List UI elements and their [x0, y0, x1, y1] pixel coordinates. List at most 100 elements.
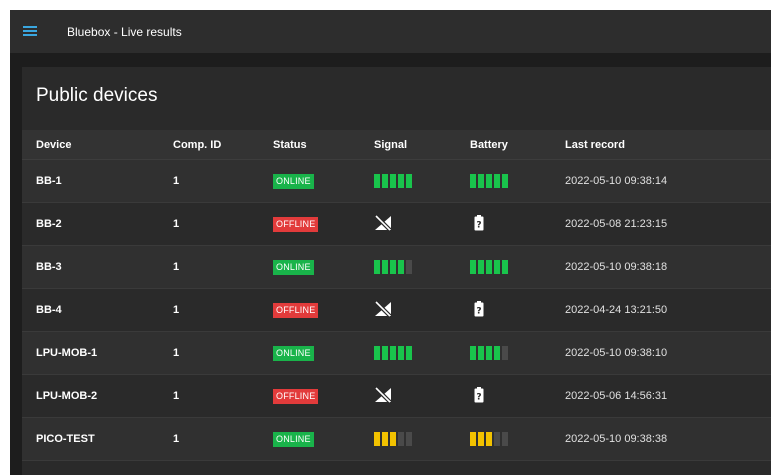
battery-bars-bar	[486, 346, 492, 360]
battery-bars-bar	[502, 432, 508, 446]
signal-bars-bar	[374, 174, 380, 188]
comp-id: 1	[173, 304, 180, 316]
battery-bars-bar	[470, 432, 476, 446]
signal-cell	[374, 289, 392, 331]
table-header: Device Comp. ID Status Signal Battery La…	[22, 130, 771, 160]
status-badge: ONLINE	[273, 259, 314, 275]
header-status[interactable]: Status	[273, 130, 307, 159]
no-signal-icon	[374, 386, 392, 406]
comp-id: 1	[173, 261, 180, 273]
status-cell: ONLINE	[273, 332, 314, 374]
signal-bars	[374, 260, 412, 274]
table-row[interactable]: BB-4 1 OFFLINE? 2022-04-24 13:21:50	[22, 289, 771, 332]
device-name: PICO-TEST	[36, 433, 95, 445]
signal-bars-bar	[374, 432, 380, 446]
signal-bars-bar	[390, 260, 396, 274]
hamburger-menu-icon[interactable]	[23, 26, 37, 37]
battery-bars-bar	[486, 174, 492, 188]
table-row[interactable]: BB-3 1 ONLINE 2022-05-10 09:38:18	[22, 246, 771, 289]
comp-id: 1	[173, 218, 180, 230]
status-badge: OFFLINE	[273, 388, 319, 404]
battery-bars-bar	[494, 260, 500, 274]
signal-bars-bar	[382, 174, 388, 188]
last-record: 2022-05-10 09:38:38	[565, 433, 668, 445]
table-body: BB-1 1 ONLINE 2022-05-10 09:38:14 BB-2 1 OFFLI…	[22, 160, 771, 461]
battery-unknown-icon: ?	[474, 214, 484, 234]
status-cell: OFFLINE	[273, 289, 319, 331]
devices-table: Device Comp. ID Status Signal Battery La…	[22, 130, 771, 461]
table-row[interactable]: PICO-TEST 1 ONLINE 2022-05-10 09:38:38	[22, 418, 771, 461]
signal-cell	[374, 203, 392, 245]
signal-bars-bar	[406, 346, 412, 360]
no-signal-icon	[374, 214, 392, 234]
svg-text:?: ?	[476, 306, 481, 316]
battery-cell	[470, 332, 508, 374]
signal-bars-bar	[398, 346, 404, 360]
battery-bars-bar	[486, 432, 492, 446]
last-record: 2022-04-24 13:21:50	[565, 304, 668, 316]
table-row[interactable]: BB-1 1 ONLINE 2022-05-10 09:38:14	[22, 160, 771, 203]
header-signal[interactable]: Signal	[374, 130, 407, 159]
signal-bars-bar	[406, 260, 412, 274]
signal-bars-bar	[398, 432, 404, 446]
svg-text:?: ?	[476, 220, 481, 230]
battery-cell	[470, 160, 508, 202]
battery-bars-bar	[502, 260, 508, 274]
battery-bars-bar	[470, 260, 476, 274]
signal-cell	[374, 246, 412, 288]
signal-cell	[374, 418, 412, 460]
signal-bars-bar	[382, 260, 388, 274]
signal-bars-bar	[382, 346, 388, 360]
signal-bars-bar	[390, 174, 396, 188]
battery-bars-bar	[502, 346, 508, 360]
battery-cell: ?	[470, 203, 484, 245]
signal-bars	[374, 174, 412, 188]
no-signal-icon	[374, 300, 392, 320]
status-cell: ONLINE	[273, 418, 314, 460]
header-last-record[interactable]: Last record	[565, 130, 625, 159]
battery-bars-bar	[494, 346, 500, 360]
battery-bars-bar	[494, 174, 500, 188]
battery-bars	[470, 174, 508, 188]
panel-title: Public devices	[36, 85, 158, 106]
battery-bars-bar	[470, 346, 476, 360]
signal-bars-bar	[398, 174, 404, 188]
header-comp-id[interactable]: Comp. ID	[173, 130, 221, 159]
last-record: 2022-05-10 09:38:10	[565, 347, 668, 359]
header-device[interactable]: Device	[36, 130, 71, 159]
battery-bars	[470, 260, 508, 274]
table-row[interactable]: LPU-MOB-2 1 OFFLINE? 2022-05-06 14:56:31	[22, 375, 771, 418]
devices-panel: Public devices Device Comp. ID Status Si…	[22, 67, 771, 475]
battery-unknown-icon: ?	[474, 386, 484, 406]
battery-cell: ?	[470, 289, 484, 331]
comp-id: 1	[173, 175, 180, 187]
signal-bars-bar	[374, 260, 380, 274]
battery-bars-bar	[502, 174, 508, 188]
comp-id: 1	[173, 390, 180, 402]
device-name: BB-1	[36, 175, 62, 187]
battery-bars-bar	[470, 174, 476, 188]
signal-bars-bar	[406, 432, 412, 446]
battery-bars-bar	[494, 432, 500, 446]
battery-bars	[470, 346, 508, 360]
battery-cell: ?	[470, 375, 484, 417]
last-record: 2022-05-08 21:23:15	[565, 218, 668, 230]
table-row[interactable]: LPU-MOB-1 1 ONLINE 2022-05-10 09:38:10	[22, 332, 771, 375]
device-name: BB-4	[36, 304, 62, 316]
signal-bars-bar	[390, 432, 396, 446]
header-battery[interactable]: Battery	[470, 130, 508, 159]
last-record: 2022-05-10 09:38:18	[565, 261, 668, 273]
status-cell: ONLINE	[273, 160, 314, 202]
status-badge: OFFLINE	[273, 302, 319, 318]
device-name: LPU-MOB-2	[36, 390, 98, 402]
app-title: Bluebox - Live results	[67, 25, 182, 39]
battery-bars	[470, 432, 508, 446]
signal-bars-bar	[382, 432, 388, 446]
status-badge: OFFLINE	[273, 216, 319, 232]
battery-bars-bar	[478, 346, 484, 360]
battery-bars-bar	[478, 432, 484, 446]
table-row[interactable]: BB-2 1 OFFLINE? 2022-05-08 21:23:15	[22, 203, 771, 246]
device-name: BB-2	[36, 218, 62, 230]
battery-bars-bar	[486, 260, 492, 274]
svg-text:?: ?	[476, 392, 481, 402]
